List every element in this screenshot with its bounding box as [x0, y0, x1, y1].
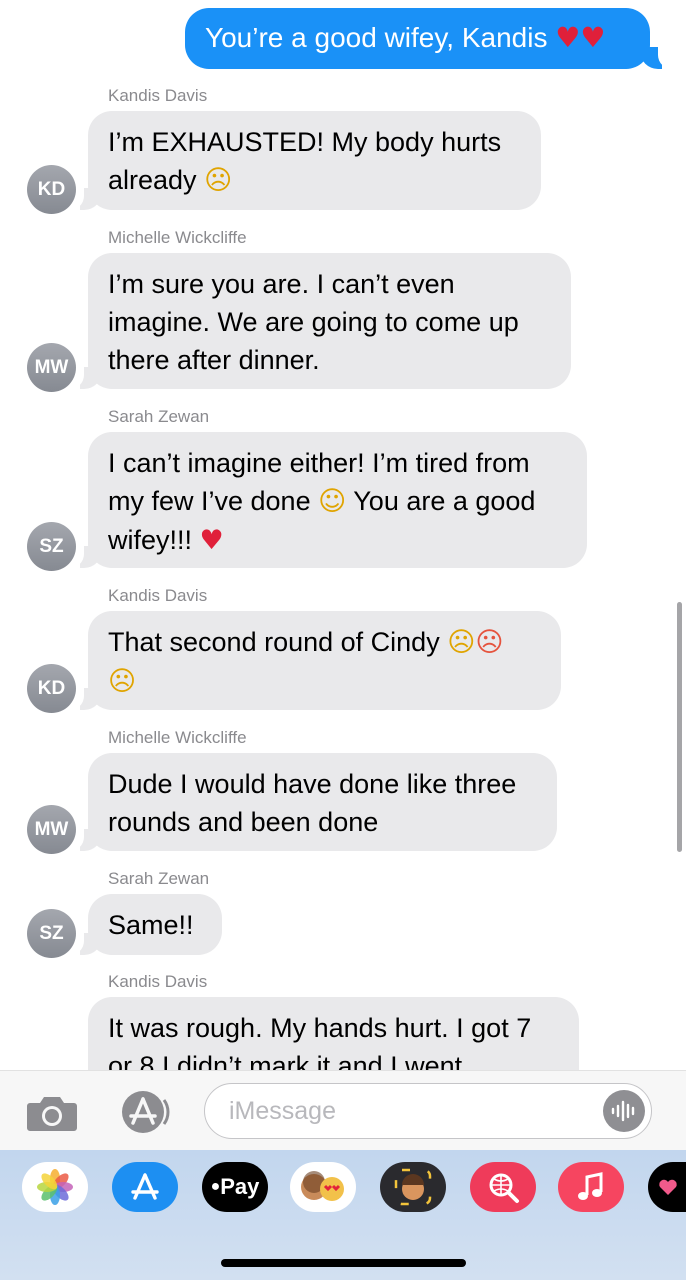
- incoming-message[interactable]: That second round of Cindy ☹☹ ☹: [88, 611, 561, 710]
- app-store-icon[interactable]: [112, 1162, 178, 1212]
- incoming-message[interactable]: I’m sure you are. I can’t even imagine. …: [88, 253, 571, 389]
- more-app-icon[interactable]: [648, 1162, 686, 1212]
- sender-name: Kandis Davis: [108, 86, 208, 105]
- camera-icon[interactable]: [26, 1093, 78, 1133]
- bubble-tail: [68, 188, 102, 210]
- message-line: my few I’ve done: [108, 486, 311, 516]
- app-store-icon[interactable]: [116, 1089, 174, 1135]
- hearts-emoji: ♥♥: [555, 21, 606, 54]
- message-placeholder: iMessage: [229, 1097, 336, 1125]
- message-line: already: [108, 165, 197, 195]
- sender-name: Kandis Davis: [108, 586, 208, 605]
- bubble-tail: [640, 47, 674, 69]
- outgoing-message[interactable]: You’re a good wifey, Kandis ♥♥: [185, 8, 650, 69]
- home-indicator[interactable]: [221, 1259, 466, 1267]
- message-line: I can’t imagine either! I’m tired from: [108, 448, 530, 478]
- message-line: wifey!!!: [108, 525, 193, 555]
- avatar[interactable]: KD: [27, 165, 76, 214]
- photos-icon[interactable]: [22, 1162, 88, 1212]
- avatar[interactable]: SZ: [27, 909, 76, 958]
- apple-pay-label: Pay: [220, 1174, 260, 1199]
- message-line: rounds and been done: [108, 807, 379, 837]
- message-composer: iMessage: [0, 1070, 686, 1151]
- laughing-tears-emoji: ☺: [318, 486, 347, 517]
- music-icon[interactable]: [558, 1162, 624, 1212]
- bubble-tail: [68, 688, 102, 710]
- avatar[interactable]: SZ: [27, 522, 76, 571]
- sender-name: Sarah Zewan: [108, 407, 210, 426]
- incoming-message[interactable]: Dude I would have done like three rounds…: [88, 753, 557, 851]
- message-line: It was rough. My hands hurt. I got 7: [108, 1013, 532, 1043]
- message-line: I’m EXHAUSTED! My body hurts: [108, 127, 502, 157]
- message-text: You’re a good wifey, Kandis: [205, 22, 548, 53]
- memoji-stickers-icon[interactable]: [290, 1162, 356, 1212]
- red-heart-emoji: ♥: [199, 525, 224, 556]
- web-search-icon[interactable]: [470, 1162, 536, 1212]
- sender-name: Kandis Davis: [108, 972, 208, 991]
- avatar[interactable]: MW: [27, 805, 76, 854]
- app-drawer: ● Pay: [0, 1150, 686, 1280]
- incoming-message[interactable]: It was rough. My hands hurt. I got 7 or …: [88, 997, 579, 1070]
- message-line: You are a good: [353, 486, 536, 516]
- sender-name: Sarah Zewan: [108, 869, 210, 888]
- incoming-message[interactable]: I’m EXHAUSTED! My body hurts already ☹: [88, 111, 541, 210]
- message-line: or 8 I didn’t mark it and I went: [108, 1051, 463, 1070]
- bubble-tail: [68, 546, 102, 568]
- bubble-tail: [68, 933, 102, 955]
- incoming-message[interactable]: I can’t imagine either! I’m tired from m…: [88, 432, 587, 568]
- waveform-icon[interactable]: [603, 1090, 645, 1132]
- sender-name: Michelle Wickcliffe: [108, 228, 247, 247]
- message-input[interactable]: iMessage: [204, 1083, 652, 1139]
- bubble-tail: [68, 829, 102, 851]
- weary-face-emoji: ☹: [447, 627, 476, 658]
- incoming-message[interactable]: Same!!: [88, 894, 222, 955]
- scrollbar[interactable]: [677, 602, 682, 852]
- message-line: Same!!: [108, 910, 194, 940]
- avatar[interactable]: MW: [27, 343, 76, 392]
- message-line: I’m sure you are. I can’t even: [108, 269, 455, 299]
- message-line: That second round of Cindy: [108, 627, 440, 657]
- message-thread[interactable]: You’re a good wifey, Kandis ♥♥ Kandis Da…: [0, 0, 686, 1070]
- hot-face-emoji: ☹: [475, 627, 504, 658]
- sender-name: Michelle Wickcliffe: [108, 728, 247, 747]
- weary-face-emoji: ☹: [204, 165, 233, 196]
- apple-pay-icon[interactable]: ● Pay: [202, 1162, 268, 1212]
- crying-face-emoji: ☹: [108, 666, 137, 697]
- memoji-icon[interactable]: [380, 1162, 446, 1212]
- bubble-tail: [68, 367, 102, 389]
- message-line: Dude I would have done like three: [108, 769, 517, 799]
- avatar[interactable]: KD: [27, 664, 76, 713]
- message-line: there after dinner.: [108, 345, 320, 375]
- message-line: imagine. We are going to come up: [108, 307, 519, 337]
